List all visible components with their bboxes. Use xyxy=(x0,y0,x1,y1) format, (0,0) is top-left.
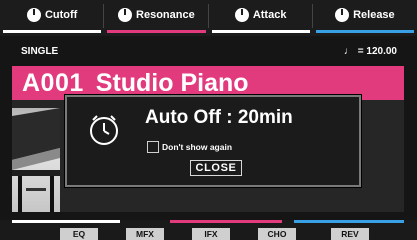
knob-icon xyxy=(335,8,350,22)
knob-label-release: Release xyxy=(353,9,395,21)
auto-off-dialog: Auto Off : 20min Don't show again CLOSE xyxy=(65,95,361,187)
knob-attack[interactable]: Attack xyxy=(209,0,313,36)
mode-label: SINGLE xyxy=(21,45,59,57)
patch-name: Studio Piano xyxy=(95,68,249,97)
fx-button-mfx[interactable]: MFX xyxy=(126,228,164,240)
effects-bar: EQ MFX IFX CHO REV xyxy=(0,220,417,240)
knob-cutoff[interactable]: Cutoff xyxy=(0,0,105,36)
dont-show-label: Don't show again xyxy=(162,142,233,152)
dialog-title: Auto Off : 20min xyxy=(145,107,293,128)
fx-segment-blue xyxy=(294,220,404,223)
synth-display: Cutoff Resonance Attack Release SINGLE ♩… xyxy=(0,0,417,240)
piano-image xyxy=(12,108,60,212)
fx-segment-white xyxy=(12,220,120,223)
knob-icon xyxy=(118,8,133,22)
fx-button-ifx[interactable]: IFX xyxy=(192,228,230,240)
piano-illustration xyxy=(12,108,60,212)
knob-resonance[interactable]: Resonance xyxy=(104,0,209,36)
fx-button-rev[interactable]: REV xyxy=(331,228,369,240)
tempo-display[interactable]: ♩ = 120.00 xyxy=(344,46,397,57)
knob-assign-bar: Cutoff Resonance Attack Release xyxy=(0,0,417,36)
knob-underline-release xyxy=(315,30,414,33)
knob-underline-cutoff xyxy=(3,30,102,33)
fx-button-eq[interactable]: EQ xyxy=(60,228,98,240)
mode-strip: SINGLE ♩ = 120.00 xyxy=(0,40,417,62)
knob-underline-resonance xyxy=(107,30,206,33)
timer-icon xyxy=(90,115,118,145)
dont-show-checkbox[interactable] xyxy=(147,141,159,153)
dont-show-option[interactable]: Don't show again xyxy=(147,141,232,153)
knob-icon xyxy=(26,8,41,22)
fx-button-cho[interactable]: CHO xyxy=(258,228,296,240)
knob-release[interactable]: Release xyxy=(313,0,417,36)
note-icon: ♩ xyxy=(343,45,354,57)
patch-number: A001 xyxy=(22,68,84,97)
knob-label-attack: Attack xyxy=(252,9,287,21)
knob-underline-attack xyxy=(211,30,310,33)
tempo-value: = 120.00 xyxy=(357,45,397,57)
close-button[interactable]: CLOSE xyxy=(190,160,242,176)
fx-segment-pink xyxy=(170,220,282,223)
knob-label-cutoff: Cutoff xyxy=(44,9,78,21)
knob-icon xyxy=(234,8,249,22)
knob-label-resonance: Resonance xyxy=(136,9,195,21)
